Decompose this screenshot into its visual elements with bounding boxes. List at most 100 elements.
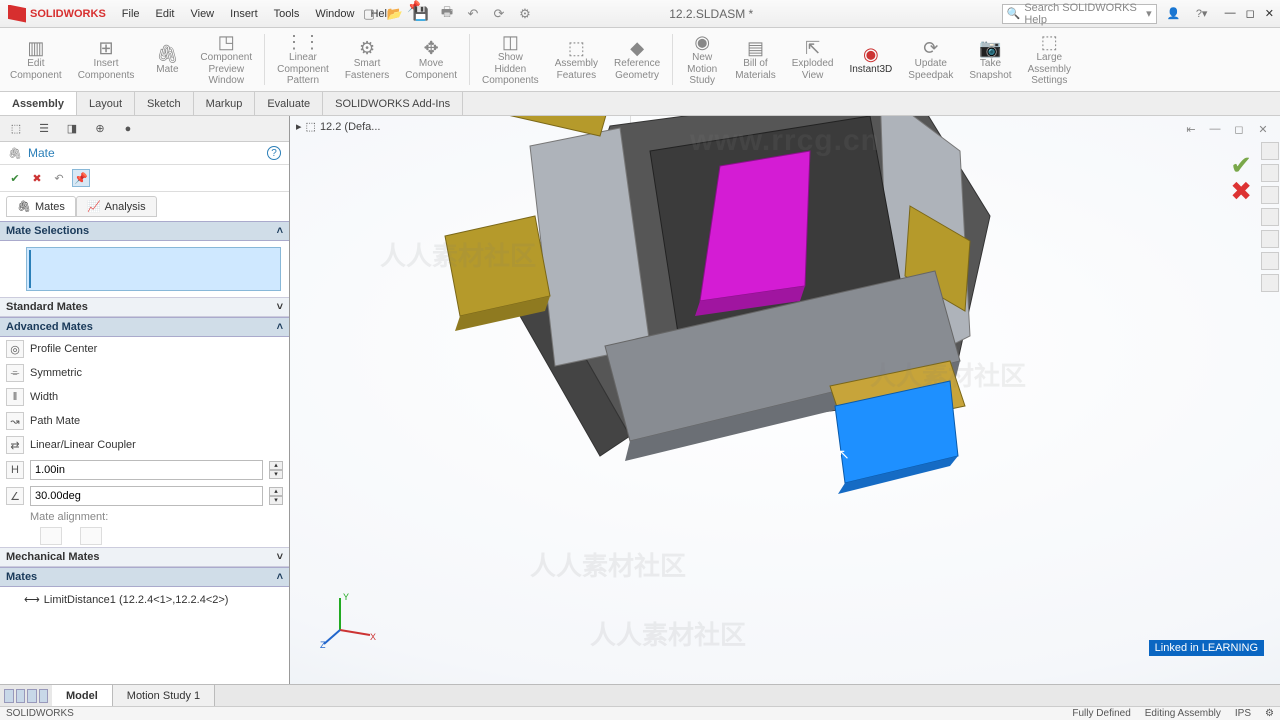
mate-selection-box[interactable] [26,247,281,291]
tab-sketch[interactable]: Sketch [135,92,194,115]
fm-tree-icon[interactable]: ⬚ [6,119,26,139]
ribbon-take-snapshot[interactable]: 📷Take Snapshot [963,30,1017,89]
distance-spinner[interactable]: ▴▾ [269,461,283,479]
ok-button[interactable]: ✔ [6,169,24,187]
status-units[interactable]: IPS [1235,708,1251,719]
ribbon-new-motion-study[interactable]: ◉New Motion Study [679,30,725,89]
search-placeholder: Search SOLIDWORKS Help [1024,2,1142,26]
ribbon-mate[interactable]: 🖇Mate [144,30,190,89]
help-search[interactable]: 🔍 Search SOLIDWORKS Help ▾ [1002,4,1157,24]
menu-edit[interactable]: Edit [148,0,183,28]
tab-motion-study[interactable]: Motion Study 1 [113,685,215,707]
adv-width[interactable]: ‖Width [0,385,289,409]
fm-display-icon[interactable]: ⊕ [90,119,110,139]
tab-addins[interactable]: SOLIDWORKS Add-Ins [323,92,463,115]
adv-symmetric[interactable]: ⌯Symmetric [0,361,289,385]
collapse-icon: ˄ [277,571,283,583]
adv-profile-center[interactable]: ◎Profile Center [0,337,289,361]
ribbon-bom[interactable]: ▤Bill of Materials [729,30,782,89]
mate-item[interactable]: ⟷LimitDistance1 (12.2.4<1>,12.2.4<2>) [6,591,283,608]
model-rendering [290,116,1280,676]
adv-path-mate[interactable]: ↝Path Mate [0,409,289,433]
insert-components-icon: ⊞ [99,38,114,58]
ribbon-insert-components[interactable]: ⊞Insert Components [72,30,141,89]
help-icon[interactable]: ?▾ [1193,5,1211,23]
graphics-viewport[interactable]: ▸ ⬚ 12.2 (Defa... ⤢ 🔍 ↶ ◪ ▭▾ ◳▾ ●▾ ◐ ⚙▾ … [290,116,1280,692]
tab-evaluate[interactable]: Evaluate [255,92,323,115]
svg-text:X: X [370,632,376,642]
fm-config-icon[interactable]: ◨ [62,119,82,139]
ribbon-reference-geometry[interactable]: ◆Reference Geometry [608,30,666,89]
pushpin-button[interactable]: 📌 [72,169,90,187]
collapse-icon: ˄ [277,225,283,237]
angle-input[interactable] [30,486,263,506]
ribbon-exploded-view[interactable]: ⇱Exploded View [786,30,840,89]
adv-linear-coupler[interactable]: ⇄Linear/Linear Coupler [0,433,289,457]
qat-print-icon[interactable]: 🖶 [438,5,456,23]
ribbon-show-hidden[interactable]: ◫Show Hidden Components [476,30,545,89]
title-bar: SOLIDWORKS File Edit View Insert Tools W… [0,0,1280,28]
ribbon-update-speedpak[interactable]: ⟳Update Speedpak [902,30,959,89]
distance-input[interactable] [30,460,263,480]
tab-nav-buttons[interactable] [0,689,52,703]
menu-tools[interactable]: Tools [266,0,308,28]
search-dropdown-icon[interactable]: ▾ [1146,7,1152,20]
tab-model[interactable]: Model [52,685,113,707]
section-standard-mates[interactable]: Standard Mates˅ [0,297,289,317]
align-anti-icon[interactable] [80,527,102,545]
ribbon-large-assembly[interactable]: ⬚Large Assembly Settings [1022,30,1077,89]
angle-spinner[interactable]: ▴▾ [269,487,283,505]
ribbon-assembly-features[interactable]: ⬚Assembly Features [549,30,604,89]
subtab-mates[interactable]: 🖇Mates [6,196,76,217]
width-icon: ‖ [6,388,24,406]
ribbon-smart-fasteners[interactable]: ⚙Smart Fasteners [339,30,395,89]
subtab-analysis[interactable]: 📈Analysis [76,196,157,217]
cancel-button[interactable]: ✖ [28,169,46,187]
menu-window[interactable]: Window [307,0,362,28]
ribbon-component-preview[interactable]: ◳Component Preview Window [194,30,258,89]
qat-undo-icon[interactable]: ↶ [464,5,482,23]
help-badge-icon[interactable]: ? [267,146,281,160]
ribbon-separator [264,34,265,85]
titlebar-icons: 👤 ?▾ [1157,5,1219,23]
maximize-button[interactable]: ◻ [1246,7,1255,20]
ribbon-instant3d[interactable]: ◉Instant3D [843,30,898,89]
qat-open-icon[interactable]: 📂 [386,5,404,23]
section-mechanical-mates[interactable]: Mechanical Mates˅ [0,547,289,567]
align-same-icon[interactable] [40,527,62,545]
fm-appearance-icon[interactable]: ● [118,119,138,139]
exploded-icon: ⇱ [805,38,820,58]
menu-view[interactable]: View [182,0,222,28]
ribbon-move-component[interactable]: ✥Move Component [399,30,463,89]
qat-options-icon[interactable]: ⚙ [516,5,534,23]
large-assembly-icon: ⬚ [1041,32,1058,52]
tab-assembly[interactable]: Assembly [0,92,77,115]
status-gear-icon[interactable]: ⚙ [1265,708,1274,719]
tab-markup[interactable]: Markup [194,92,256,115]
menu-file[interactable]: File [114,0,148,28]
section-mate-selections[interactable]: Mate Selections˄ [0,221,289,241]
minimize-button[interactable]: — [1225,7,1236,20]
menu-insert[interactable]: Insert [222,0,266,28]
user-icon[interactable]: 👤 [1165,5,1183,23]
instant3d-icon: ◉ [863,44,879,64]
status-right: Fully Defined Editing Assembly IPS ⚙ [1072,708,1274,719]
undo-button[interactable]: ↶ [50,169,68,187]
section-advanced-mates[interactable]: Advanced Mates˄ [0,317,289,337]
ribbon-edit-component[interactable]: ▥Edit Component [4,30,68,89]
close-button[interactable]: ✕ [1265,7,1274,20]
section-mates[interactable]: Mates˄ [0,567,289,587]
ribbon-linear-pattern[interactable]: ⋮⋮Linear Component Pattern [271,30,335,89]
qat-save-icon[interactable]: 💾 [412,5,430,23]
linkedin-learning-badge: Linked in LEARNING [1149,640,1264,656]
ribbon-separator [672,34,673,85]
tab-layout[interactable]: Layout [77,92,135,115]
move-icon: ✥ [424,38,439,58]
distance-row: H ▴▾ [0,457,289,483]
brand-label: SOLIDWORKS [30,8,106,20]
qat-new-icon[interactable]: ▢ [360,5,378,23]
profile-center-icon: ◎ [6,340,24,358]
qat-rebuild-icon[interactable]: ⟳ [490,5,508,23]
fm-property-icon[interactable]: ☰ [34,119,54,139]
collapse-icon: ˄ [277,321,283,333]
